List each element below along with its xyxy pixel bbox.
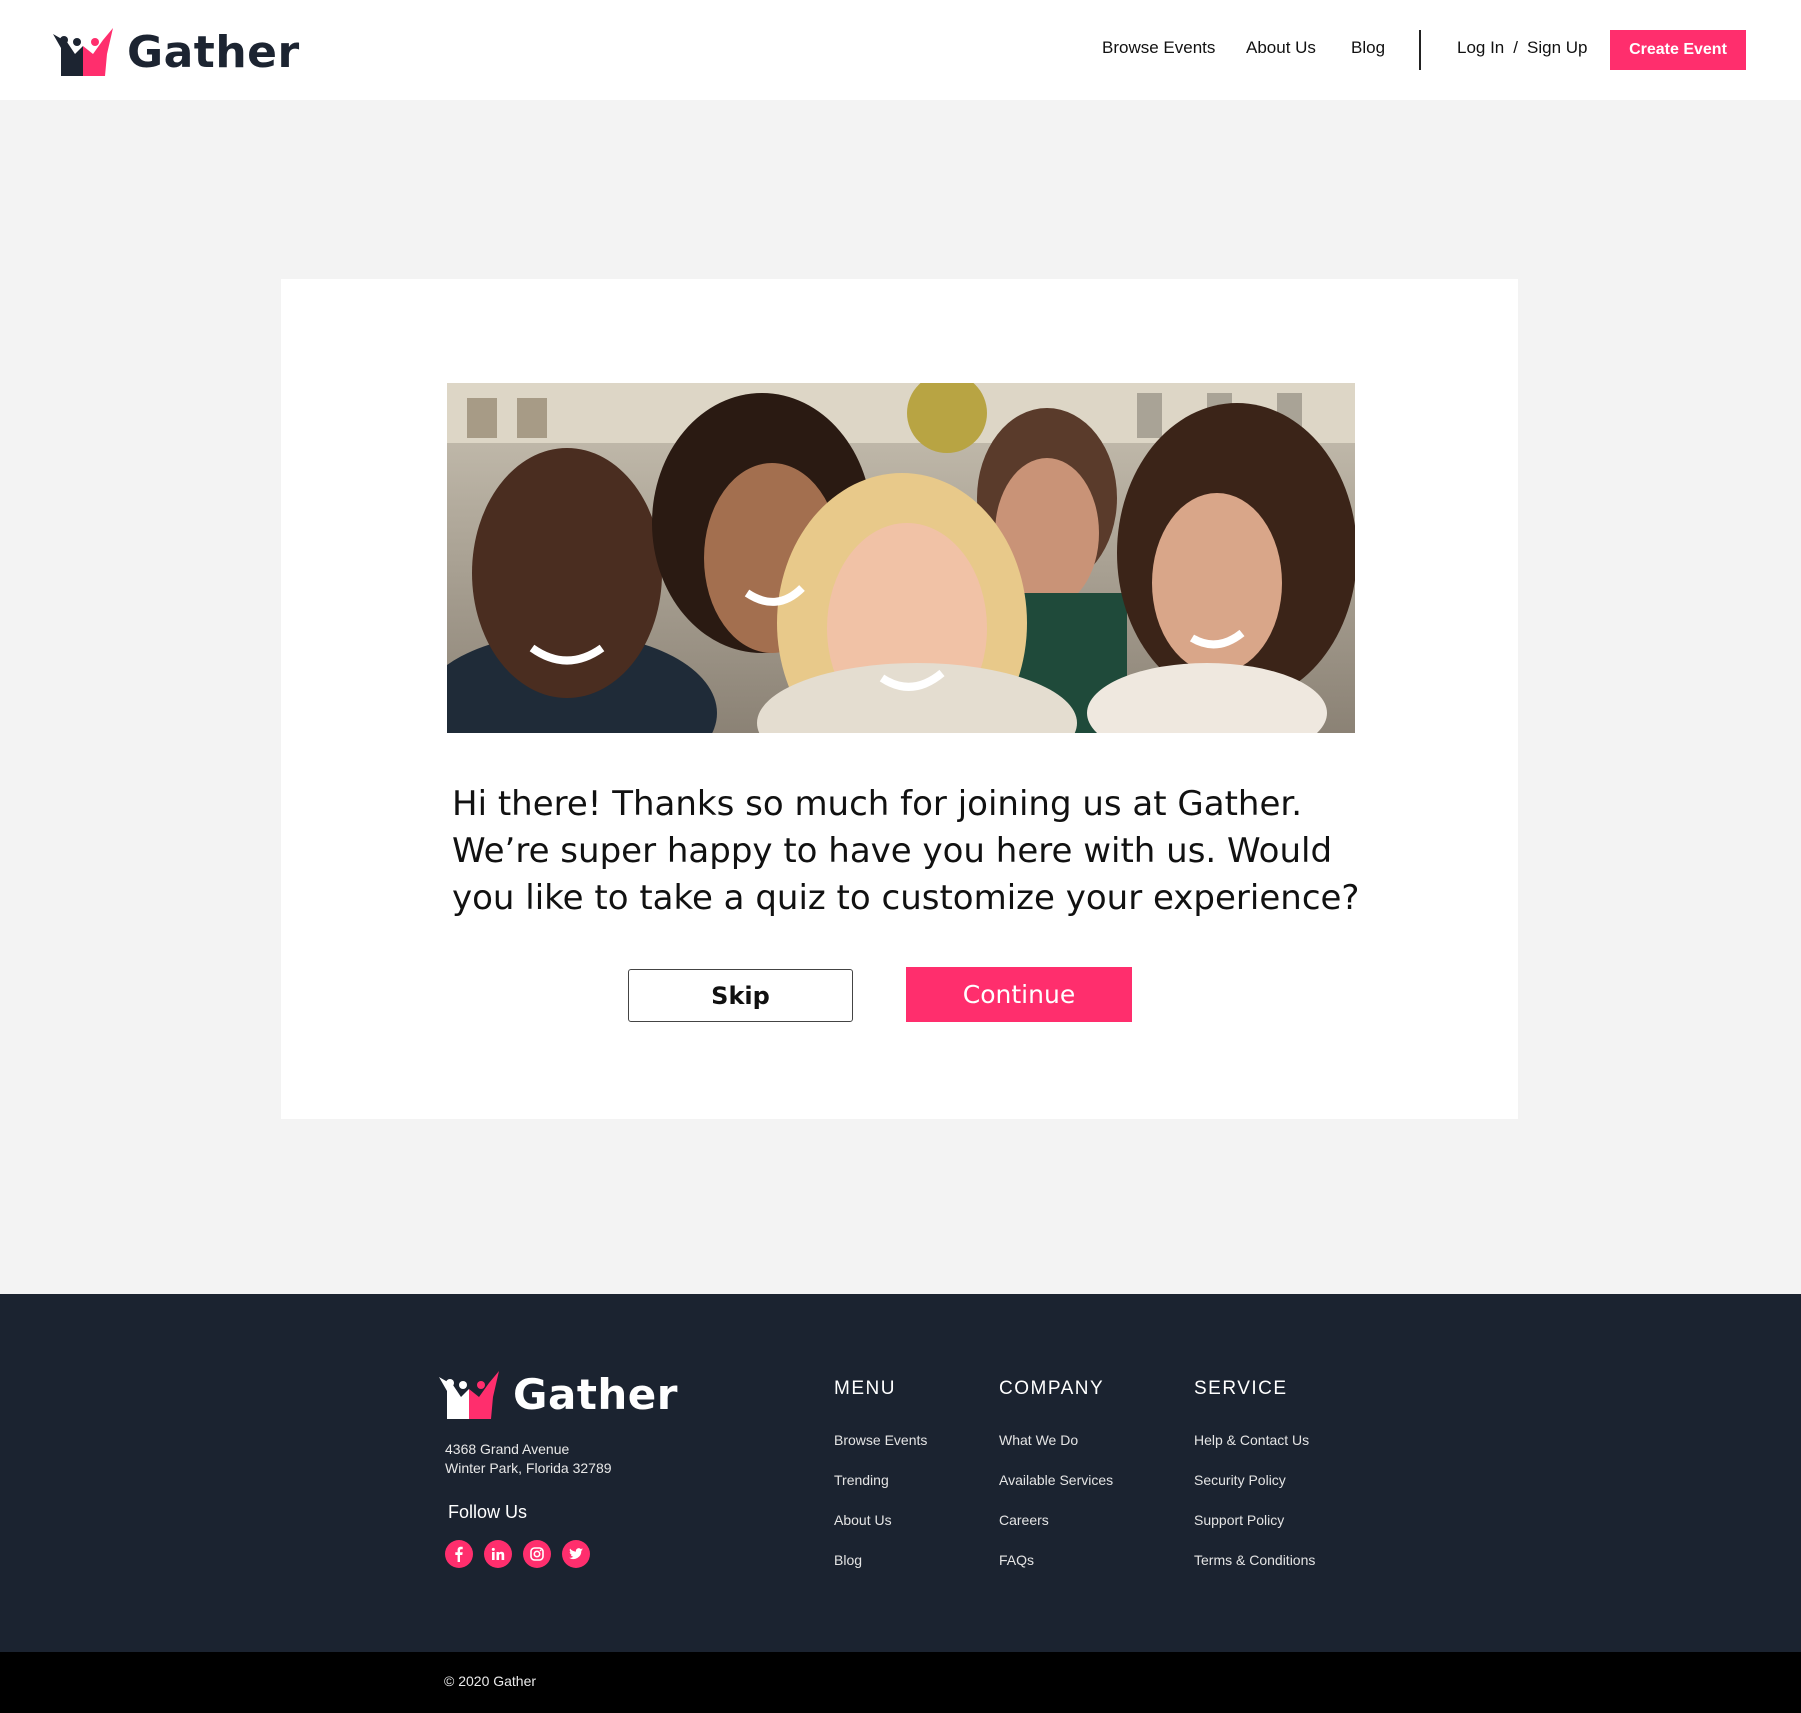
footer-link-help-contact[interactable]: Help & Contact Us xyxy=(1194,1432,1315,1472)
footer-link-available-services[interactable]: Available Services xyxy=(999,1472,1113,1512)
welcome-message: Hi there! Thanks so much for joining us … xyxy=(452,784,1360,918)
footer-link-what-we-do[interactable]: What We Do xyxy=(999,1432,1113,1472)
footer-link-terms-conditions[interactable]: Terms & Conditions xyxy=(1194,1552,1315,1592)
address-line-1: 4368 Grand Avenue xyxy=(445,1441,570,1457)
footer-link-about-us[interactable]: About Us xyxy=(834,1512,927,1552)
footer-link-faqs[interactable]: FAQs xyxy=(999,1552,1113,1592)
logo-wordmark: Gather xyxy=(127,26,300,78)
linkedin-icon[interactable] xyxy=(484,1540,512,1568)
gather-logo[interactable]: Gather xyxy=(53,26,300,78)
gather-logo-icon xyxy=(439,1370,499,1419)
signup-link[interactable]: Sign Up xyxy=(1527,38,1587,58)
login-link[interactable]: Log In xyxy=(1457,38,1504,58)
footer-logo[interactable]: Gather xyxy=(439,1370,678,1419)
social-links xyxy=(445,1540,590,1568)
footer-company-links: What We Do Available Services Careers FA… xyxy=(999,1432,1113,1592)
gather-logo-icon xyxy=(53,28,113,76)
nav-blog[interactable]: Blog xyxy=(1351,38,1385,58)
nav-divider xyxy=(1419,30,1421,70)
footer-address: 4368 Grand Avenue Winter Park, Florida 3… xyxy=(445,1440,612,1478)
footer-logo-wordmark: Gather xyxy=(513,1370,678,1419)
continue-button[interactable]: Continue xyxy=(906,967,1132,1022)
footer-service-title: SERVICE xyxy=(1194,1378,1288,1399)
footer-link-security-policy[interactable]: Security Policy xyxy=(1194,1472,1315,1512)
auth-separator: / xyxy=(1513,38,1518,57)
footer-link-trending[interactable]: Trending xyxy=(834,1472,927,1512)
footer-link-support-policy[interactable]: Support Policy xyxy=(1194,1512,1315,1552)
skip-button[interactable]: Skip xyxy=(628,969,853,1022)
nav-browse-events[interactable]: Browse Events xyxy=(1102,38,1215,58)
twitter-icon[interactable] xyxy=(562,1540,590,1568)
footer-link-careers[interactable]: Careers xyxy=(999,1512,1113,1552)
nav-about-us[interactable]: About Us xyxy=(1246,38,1316,58)
group-selfie-photo xyxy=(447,383,1355,733)
instagram-icon[interactable] xyxy=(523,1540,551,1568)
site-footer: Gather 4368 Grand Avenue Winter Park, Fl… xyxy=(0,1294,1801,1652)
footer-link-browse-events[interactable]: Browse Events xyxy=(834,1432,927,1472)
footer-company-title: COMPANY xyxy=(999,1378,1105,1399)
footer-link-blog[interactable]: Blog xyxy=(834,1552,927,1592)
site-header: Gather Browse Events About Us Blog Log I… xyxy=(0,0,1801,100)
auth-links: Log In / Sign Up xyxy=(1457,38,1587,58)
facebook-icon[interactable] xyxy=(445,1540,473,1568)
footer-menu-links: Browse Events Trending About Us Blog xyxy=(834,1432,927,1592)
footer-menu-title: MENU xyxy=(834,1378,896,1399)
follow-us-label: Follow Us xyxy=(448,1502,528,1522)
create-event-button[interactable]: Create Event xyxy=(1610,30,1746,70)
welcome-card: Hi there! Thanks so much for joining us … xyxy=(281,279,1518,1119)
copyright-text: © 2020 Gather xyxy=(444,1673,537,1689)
address-line-2: Winter Park, Florida 32789 xyxy=(445,1460,612,1476)
footer-service-links: Help & Contact Us Security Policy Suppor… xyxy=(1194,1432,1315,1592)
copyright-bar: © 2020 Gather xyxy=(0,1652,1801,1713)
